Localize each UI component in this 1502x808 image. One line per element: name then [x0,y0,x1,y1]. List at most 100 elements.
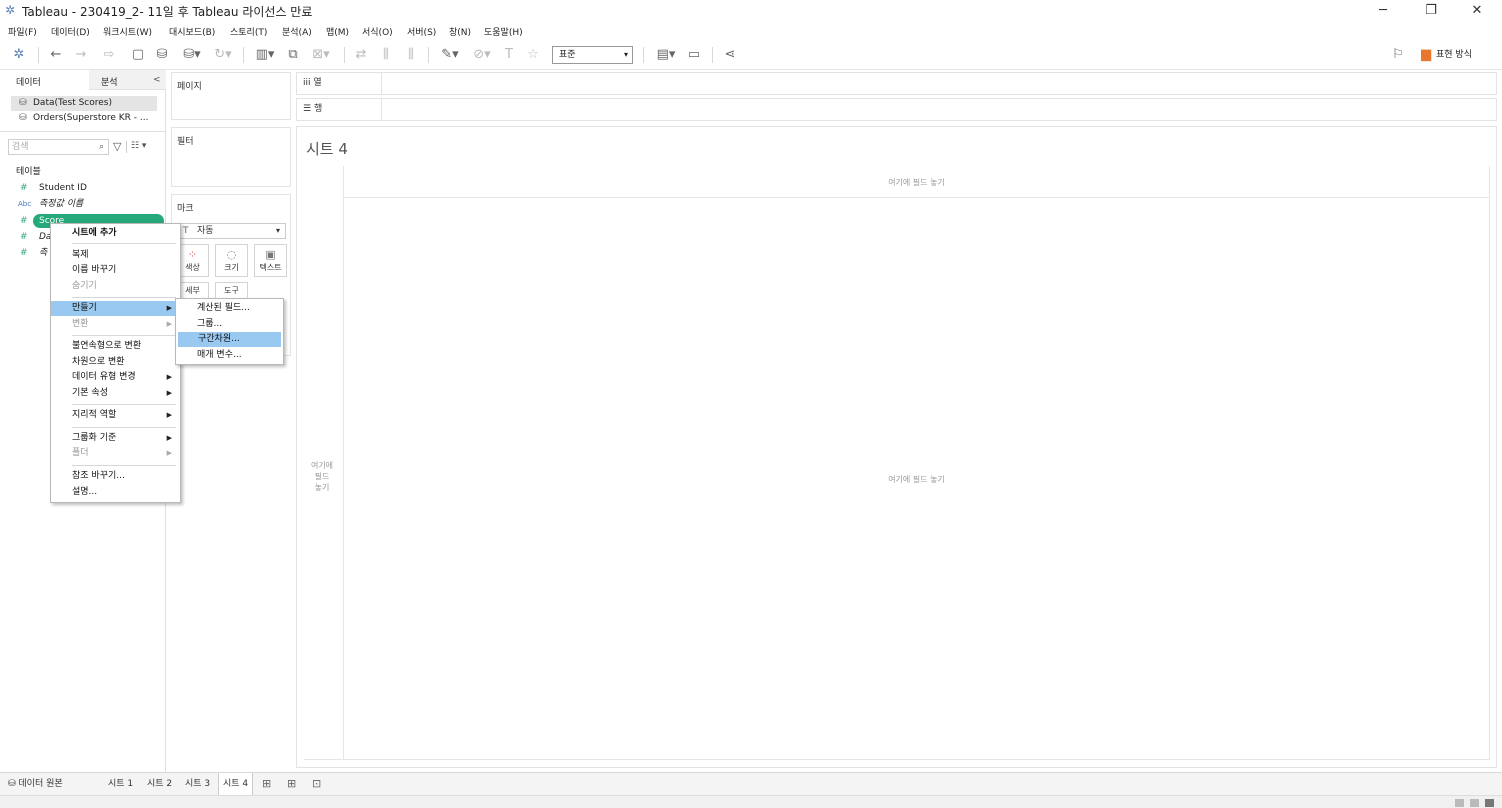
duplicate-sheet-icon[interactable]: ⧉ [284,46,302,64]
new-worksheet-icon[interactable]: ▥▾ [251,46,279,64]
submenu-group[interactable]: 그룹... [176,317,283,332]
restore-button[interactable]: ❐ [1411,2,1451,20]
size-button[interactable]: ◌ 크기 [215,244,248,277]
axis-divider [343,197,1489,198]
menu-group-by[interactable]: 그룹화 기준 ▶ [51,431,180,446]
color-label: 색상 [185,263,200,272]
tab-sheet-1[interactable]: 시트 1 [104,773,137,795]
submenu-arrow-icon: ▶ [166,389,172,397]
tabs-view-icon[interactable] [1485,799,1494,807]
field-measure-names[interactable]: Abc 측정값 이름 [0,196,165,212]
submenu-calculated-field[interactable]: 계산된 필드... [176,301,283,316]
menu-format[interactable]: 서식(O) [362,25,393,38]
pages-card[interactable]: 페이지 [171,72,291,120]
tab-data[interactable]: 데이터 [0,70,89,90]
columns-shelf[interactable]: iii 열 [296,72,1497,95]
new-datasource-icon[interactable]: ⛁ [153,46,171,64]
menu-convert-discrete[interactable]: 불연속형으로 변환 [51,339,180,354]
filmstrip-view-icon[interactable] [1470,799,1479,807]
swap-icon[interactable]: ⇄ [352,46,370,64]
menu-change-data-type[interactable]: 데이터 유형 변경 ▶ [51,370,180,385]
new-worksheet-tab-icon[interactable]: ⊞ [258,773,275,795]
tab-sheet-4[interactable]: 시트 4 [218,773,254,795]
menu-duplicate[interactable]: 복제 [51,248,180,263]
menu-rename[interactable]: 이름 바꾸기 [51,263,180,278]
clear-sheet-icon[interactable]: ⊠▾ [307,46,335,64]
submenu-arrow-icon: ▶ [166,320,172,328]
new-dashboard-tab-icon[interactable]: ⊞ [283,773,300,795]
view-options-icon[interactable]: ☷ ▾ [131,141,146,151]
menu-create[interactable]: 만들기 ▶ [51,301,180,316]
menu-add-to-sheet[interactable]: 시트에 추가 [51,226,180,241]
tab-sheet-2[interactable]: 시트 2 [143,773,176,795]
menu-dashboard[interactable]: 대시보드(B) [169,25,215,38]
drop-field-top[interactable]: 여기에 필드 놓기 [344,177,1489,188]
drop-field-center[interactable]: 여기에 필드 놓기 [344,474,1489,485]
grid-view-icon[interactable] [1455,799,1464,807]
submenu-arrow-icon: ▶ [166,434,172,442]
submenu-arrow-icon: ▶ [166,373,172,381]
collapse-pane-icon[interactable]: < [153,75,161,85]
show-cards-icon[interactable]: ▤▾ [652,46,680,64]
tab-datasource[interactable]: ⛁ 데이터 원본 [4,773,67,795]
mark-type-select[interactable]: T 자동 ▾ [176,223,286,239]
menu-convert-dimension[interactable]: 차원으로 변환 [51,355,180,370]
datasource-item[interactable]: ⛁ Orders(Superstore KR - ... [11,111,157,126]
save-icon[interactable]: ▢ [129,46,147,64]
menu-describe[interactable]: 설명... [51,485,180,500]
drop-field-left[interactable]: 여기에 필드 놓기 [303,460,341,493]
menu-map[interactable]: 맵(M) [326,25,349,38]
group-icon[interactable]: ⊘▾ [469,46,495,64]
new-story-tab-icon[interactable]: ⊡ [308,773,325,795]
tab-label: 시트 2 [147,779,173,789]
tab-analysis[interactable]: 분석 < [89,70,166,90]
menu-server[interactable]: 서버(S) [407,25,436,38]
undo-icon[interactable]: ← [47,46,65,64]
text-button[interactable]: ▣ 텍스트 [254,244,287,277]
submenu-parameter[interactable]: 매개 변수... [176,348,283,363]
highlight-icon[interactable]: ✎▾ [437,46,463,64]
menu-geographic-role[interactable]: 지리적 역할 ▶ [51,408,180,423]
sort-ascending-icon[interactable]: ⫼ [377,46,395,64]
tab-sheet-3[interactable]: 시트 3 [181,773,214,795]
close-button[interactable]: ✕ [1457,2,1497,20]
label-icon[interactable]: T [500,46,518,64]
menu-default-properties[interactable]: 기본 속성 ▶ [51,386,180,401]
menu-data[interactable]: 데이터(D) [51,25,90,38]
tableau-start-icon[interactable]: ✲ [10,46,28,64]
menu-analysis[interactable]: 분석(A) [282,25,312,38]
menu-worksheet[interactable]: 워크시트(W) [103,25,152,38]
refresh-icon[interactable]: ↻▾ [210,46,236,64]
show-me-button[interactable]: 표현 방식 [1436,46,1486,64]
sort-descending-icon[interactable]: ⫼ [402,46,420,64]
menu-window[interactable]: 창(N) [449,25,471,38]
submenu-bins[interactable]: 구간차원... [178,332,281,347]
database-icon: ⛁ [19,113,27,123]
menu-file[interactable]: 파일(F) [8,25,37,38]
filter-icon[interactable]: ▽ [113,140,121,153]
field-student-id[interactable]: # Student ID [0,180,165,196]
format-painter-icon[interactable]: ⚐ [1389,46,1407,64]
rows-shelf[interactable]: ☰ 행 [296,98,1497,121]
datasource-item[interactable]: ⛁ Data(Test Scores) [11,96,157,111]
create-submenu: 계산된 필드... 그룹... 구간차원... 매개 변수... [175,298,284,365]
fit-select[interactable]: 표준 ▾ [552,46,633,64]
tooltip-label: 도구 [224,286,239,295]
show-me-icon[interactable]: ▆ [1420,46,1432,64]
replay-icon[interactable]: ⇨ [96,46,122,64]
filters-card[interactable]: 필터 [171,127,291,187]
menu-replace-references[interactable]: 참조 바꾸기... [51,469,180,484]
pin-icon[interactable]: ☆ [524,46,542,64]
menu-help[interactable]: 도움말(H) [484,25,523,38]
search-input[interactable]: 검색 ⌕ [8,139,109,155]
minimize-button[interactable]: ─ [1363,2,1403,20]
toolbar-separator [243,47,244,63]
share-icon[interactable]: ⋖ [721,46,739,64]
pause-update-icon[interactable]: ⛁▾ [178,46,206,64]
sheet-title[interactable]: 시트 4 [306,138,348,159]
divider [0,131,165,132]
presentation-mode-icon[interactable]: ▭ [685,46,703,64]
redo-icon[interactable]: → [72,46,90,64]
toolbar-separator [643,47,644,63]
menu-story[interactable]: 스토리(T) [230,25,267,38]
